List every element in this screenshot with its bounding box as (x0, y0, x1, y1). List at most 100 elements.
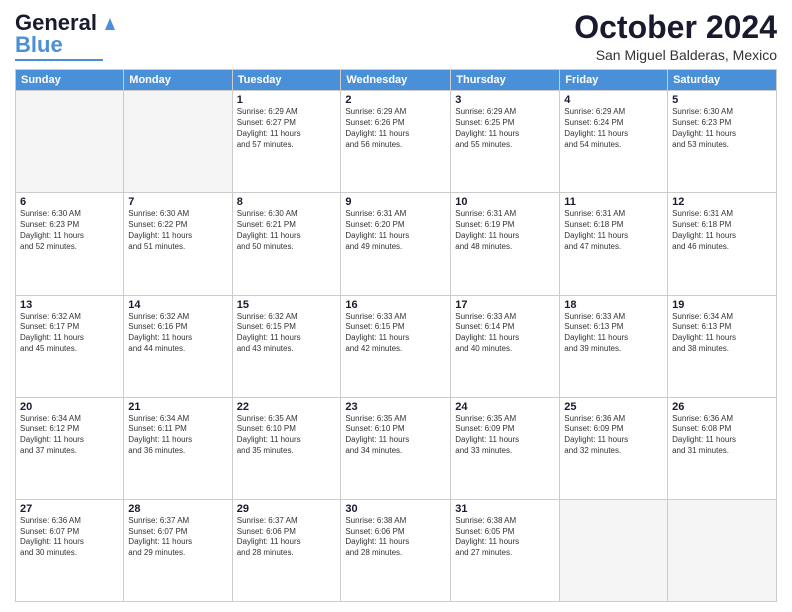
calendar-cell: 11Sunrise: 6:31 AM Sunset: 6:18 PM Dayli… (560, 193, 668, 295)
col-saturday: Saturday (668, 70, 777, 91)
day-number: 31 (455, 503, 555, 515)
day-info: Sunrise: 6:35 AM Sunset: 6:10 PM Dayligh… (345, 414, 446, 457)
calendar-cell: 25Sunrise: 6:36 AM Sunset: 6:09 PM Dayli… (560, 397, 668, 499)
day-number: 30 (345, 503, 446, 515)
calendar-cell (16, 91, 124, 193)
day-info: Sunrise: 6:33 AM Sunset: 6:15 PM Dayligh… (345, 312, 446, 355)
calendar-cell: 10Sunrise: 6:31 AM Sunset: 6:19 PM Dayli… (451, 193, 560, 295)
calendar-cell: 19Sunrise: 6:34 AM Sunset: 6:13 PM Dayli… (668, 295, 777, 397)
day-info: Sunrise: 6:29 AM Sunset: 6:27 PM Dayligh… (237, 107, 337, 150)
day-number: 17 (455, 299, 555, 311)
day-info: Sunrise: 6:33 AM Sunset: 6:13 PM Dayligh… (564, 312, 663, 355)
day-number: 27 (20, 503, 119, 515)
day-info: Sunrise: 6:35 AM Sunset: 6:09 PM Dayligh… (455, 414, 555, 457)
calendar-cell: 28Sunrise: 6:37 AM Sunset: 6:07 PM Dayli… (124, 499, 232, 601)
day-number: 18 (564, 299, 663, 311)
day-info: Sunrise: 6:36 AM Sunset: 6:09 PM Dayligh… (564, 414, 663, 457)
calendar-cell: 30Sunrise: 6:38 AM Sunset: 6:06 PM Dayli… (341, 499, 451, 601)
day-number: 2 (345, 94, 446, 106)
calendar-week-2: 13Sunrise: 6:32 AM Sunset: 6:17 PM Dayli… (16, 295, 777, 397)
calendar-cell: 31Sunrise: 6:38 AM Sunset: 6:05 PM Dayli… (451, 499, 560, 601)
calendar-cell: 1Sunrise: 6:29 AM Sunset: 6:27 PM Daylig… (232, 91, 341, 193)
day-number: 6 (20, 196, 119, 208)
day-info: Sunrise: 6:33 AM Sunset: 6:14 PM Dayligh… (455, 312, 555, 355)
day-info: Sunrise: 6:29 AM Sunset: 6:24 PM Dayligh… (564, 107, 663, 150)
col-monday: Monday (124, 70, 232, 91)
page: General Blue October 2024 San Miguel Bal… (0, 0, 792, 612)
calendar-cell: 7Sunrise: 6:30 AM Sunset: 6:22 PM Daylig… (124, 193, 232, 295)
day-info: Sunrise: 6:31 AM Sunset: 6:20 PM Dayligh… (345, 209, 446, 252)
day-info: Sunrise: 6:31 AM Sunset: 6:19 PM Dayligh… (455, 209, 555, 252)
calendar-cell: 26Sunrise: 6:36 AM Sunset: 6:08 PM Dayli… (668, 397, 777, 499)
day-number: 20 (20, 401, 119, 413)
header: General Blue October 2024 San Miguel Bal… (15, 10, 777, 63)
calendar-cell: 13Sunrise: 6:32 AM Sunset: 6:17 PM Dayli… (16, 295, 124, 397)
day-number: 24 (455, 401, 555, 413)
calendar-cell (560, 499, 668, 601)
day-number: 14 (128, 299, 227, 311)
calendar-cell: 16Sunrise: 6:33 AM Sunset: 6:15 PM Dayli… (341, 295, 451, 397)
calendar-cell: 24Sunrise: 6:35 AM Sunset: 6:09 PM Dayli… (451, 397, 560, 499)
col-sunday: Sunday (16, 70, 124, 91)
calendar-cell: 23Sunrise: 6:35 AM Sunset: 6:10 PM Dayli… (341, 397, 451, 499)
day-info: Sunrise: 6:38 AM Sunset: 6:05 PM Dayligh… (455, 516, 555, 559)
col-tuesday: Tuesday (232, 70, 341, 91)
day-info: Sunrise: 6:34 AM Sunset: 6:13 PM Dayligh… (672, 312, 772, 355)
calendar-week-0: 1Sunrise: 6:29 AM Sunset: 6:27 PM Daylig… (16, 91, 777, 193)
day-number: 28 (128, 503, 227, 515)
calendar-week-3: 20Sunrise: 6:34 AM Sunset: 6:12 PM Dayli… (16, 397, 777, 499)
col-friday: Friday (560, 70, 668, 91)
col-thursday: Thursday (451, 70, 560, 91)
calendar-cell: 2Sunrise: 6:29 AM Sunset: 6:26 PM Daylig… (341, 91, 451, 193)
calendar-cell: 18Sunrise: 6:33 AM Sunset: 6:13 PM Dayli… (560, 295, 668, 397)
day-info: Sunrise: 6:32 AM Sunset: 6:17 PM Dayligh… (20, 312, 119, 355)
day-number: 23 (345, 401, 446, 413)
day-number: 13 (20, 299, 119, 311)
calendar-cell: 29Sunrise: 6:37 AM Sunset: 6:06 PM Dayli… (232, 499, 341, 601)
logo-blue: Blue (15, 32, 63, 57)
calendar-cell: 17Sunrise: 6:33 AM Sunset: 6:14 PM Dayli… (451, 295, 560, 397)
day-info: Sunrise: 6:32 AM Sunset: 6:16 PM Dayligh… (128, 312, 227, 355)
day-info: Sunrise: 6:38 AM Sunset: 6:06 PM Dayligh… (345, 516, 446, 559)
day-info: Sunrise: 6:30 AM Sunset: 6:23 PM Dayligh… (672, 107, 772, 150)
day-number: 7 (128, 196, 227, 208)
calendar-cell (668, 499, 777, 601)
main-title: October 2024 (574, 10, 777, 45)
day-number: 22 (237, 401, 337, 413)
day-info: Sunrise: 6:31 AM Sunset: 6:18 PM Dayligh… (564, 209, 663, 252)
day-info: Sunrise: 6:34 AM Sunset: 6:12 PM Dayligh… (20, 414, 119, 457)
calendar-cell: 12Sunrise: 6:31 AM Sunset: 6:18 PM Dayli… (668, 193, 777, 295)
day-number: 5 (672, 94, 772, 106)
day-info: Sunrise: 6:29 AM Sunset: 6:26 PM Dayligh… (345, 107, 446, 150)
day-info: Sunrise: 6:30 AM Sunset: 6:21 PM Dayligh… (237, 209, 337, 252)
calendar-cell: 20Sunrise: 6:34 AM Sunset: 6:12 PM Dayli… (16, 397, 124, 499)
day-info: Sunrise: 6:29 AM Sunset: 6:25 PM Dayligh… (455, 107, 555, 150)
calendar-cell: 4Sunrise: 6:29 AM Sunset: 6:24 PM Daylig… (560, 91, 668, 193)
day-number: 26 (672, 401, 772, 413)
day-number: 16 (345, 299, 446, 311)
day-number: 11 (564, 196, 663, 208)
day-info: Sunrise: 6:32 AM Sunset: 6:15 PM Dayligh… (237, 312, 337, 355)
calendar-cell: 15Sunrise: 6:32 AM Sunset: 6:15 PM Dayli… (232, 295, 341, 397)
day-number: 9 (345, 196, 446, 208)
day-info: Sunrise: 6:30 AM Sunset: 6:22 PM Dayligh… (128, 209, 227, 252)
calendar-cell: 9Sunrise: 6:31 AM Sunset: 6:20 PM Daylig… (341, 193, 451, 295)
day-number: 3 (455, 94, 555, 106)
calendar-cell: 8Sunrise: 6:30 AM Sunset: 6:21 PM Daylig… (232, 193, 341, 295)
calendar-cell: 6Sunrise: 6:30 AM Sunset: 6:23 PM Daylig… (16, 193, 124, 295)
title-block: October 2024 San Miguel Balderas, Mexico (574, 10, 777, 63)
calendar-table: Sunday Monday Tuesday Wednesday Thursday… (15, 69, 777, 602)
logo-underline (15, 59, 103, 61)
calendar-cell: 21Sunrise: 6:34 AM Sunset: 6:11 PM Dayli… (124, 397, 232, 499)
day-info: Sunrise: 6:37 AM Sunset: 6:06 PM Dayligh… (237, 516, 337, 559)
calendar-cell: 5Sunrise: 6:30 AM Sunset: 6:23 PM Daylig… (668, 91, 777, 193)
day-number: 12 (672, 196, 772, 208)
subtitle: San Miguel Balderas, Mexico (574, 47, 777, 63)
day-info: Sunrise: 6:31 AM Sunset: 6:18 PM Dayligh… (672, 209, 772, 252)
day-number: 8 (237, 196, 337, 208)
calendar-cell: 27Sunrise: 6:36 AM Sunset: 6:07 PM Dayli… (16, 499, 124, 601)
calendar-cell: 3Sunrise: 6:29 AM Sunset: 6:25 PM Daylig… (451, 91, 560, 193)
day-number: 19 (672, 299, 772, 311)
day-info: Sunrise: 6:34 AM Sunset: 6:11 PM Dayligh… (128, 414, 227, 457)
day-number: 29 (237, 503, 337, 515)
